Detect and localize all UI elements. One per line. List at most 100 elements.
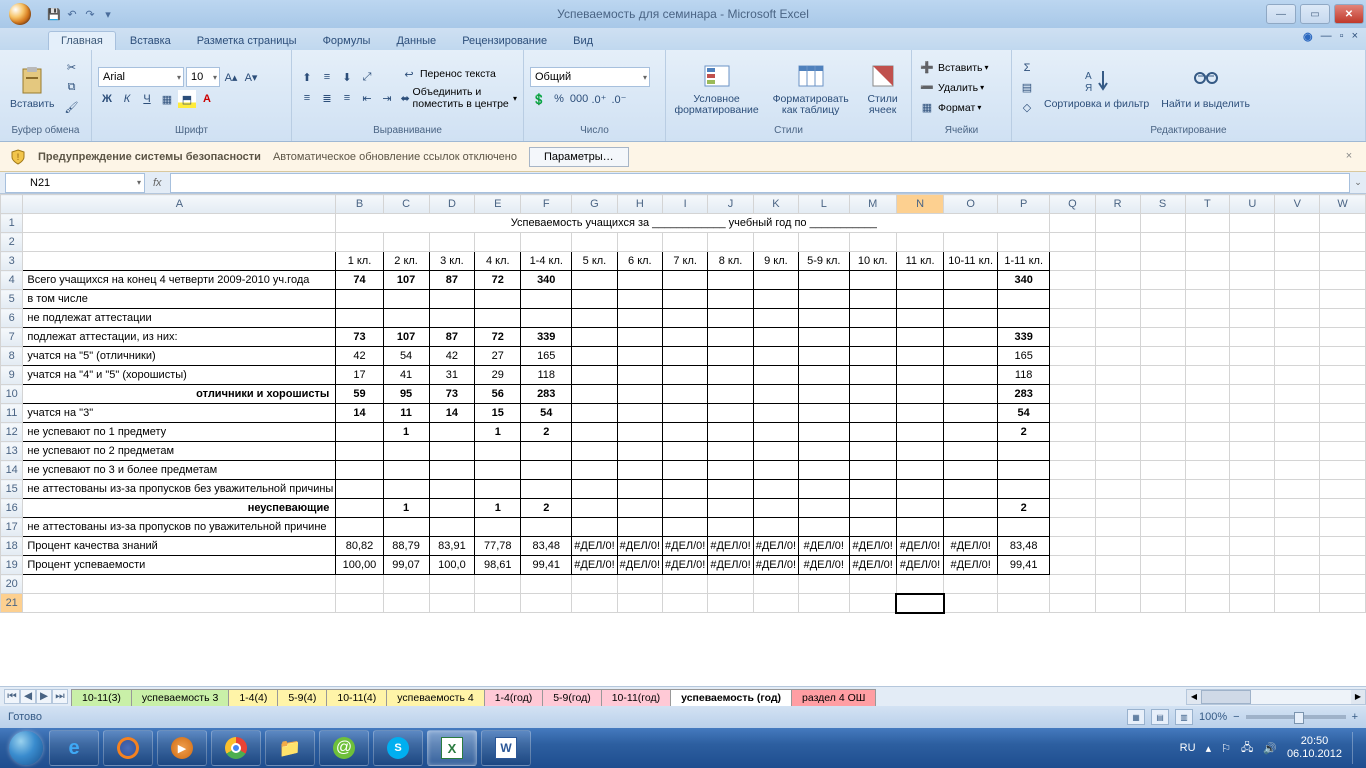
col-header[interactable]: S — [1140, 195, 1185, 214]
task-excel[interactable]: X — [427, 730, 477, 766]
col-header[interactable]: G — [572, 195, 617, 214]
comma-icon[interactable]: 000 — [570, 90, 588, 108]
qat-more-icon[interactable]: ▾ — [100, 6, 116, 22]
col-header[interactable]: O — [944, 195, 998, 214]
align-center-icon[interactable]: ≣ — [318, 89, 336, 107]
align-left-icon[interactable]: ≡ — [298, 89, 316, 107]
sheet-tab[interactable]: 10-11(4) — [326, 689, 387, 706]
horizontal-scrollbar[interactable]: ◀▶ — [1186, 689, 1366, 705]
number-format-combo[interactable]: Общий — [530, 67, 650, 87]
sheet-nav-prev-icon[interactable]: ◀ — [20, 689, 36, 704]
format-painter-icon[interactable]: 🖌 — [63, 99, 81, 117]
tab-pagelayout[interactable]: Разметка страницы — [185, 32, 309, 50]
ribbon-close-icon[interactable]: × — [1352, 30, 1358, 43]
view-pagebreak-icon[interactable]: ▥ — [1175, 709, 1193, 725]
sheet-tab[interactable]: 10-11(год) — [601, 689, 671, 706]
border-icon[interactable]: ▦ — [158, 90, 176, 108]
dec-decimal-icon[interactable]: .0⁻ — [610, 90, 628, 108]
start-button[interactable] — [6, 728, 46, 768]
col-header[interactable]: L — [799, 195, 849, 214]
fill-icon[interactable]: ▤ — [1018, 79, 1036, 97]
sheet-nav-last-icon[interactable]: ⏭ — [52, 689, 68, 704]
sheet-tab[interactable]: успеваемость 4 — [386, 689, 484, 706]
sheet-nav-next-icon[interactable]: ▶ — [36, 689, 52, 704]
maximize-button[interactable]: ▭ — [1300, 4, 1330, 24]
accounting-icon[interactable]: 💲 — [530, 90, 548, 108]
view-pagelayout-icon[interactable]: ▤ — [1151, 709, 1169, 725]
tray-clock[interactable]: 20:5006.10.2012 — [1287, 735, 1342, 761]
format-table-button[interactable]: Форматировать как таблицу — [765, 58, 856, 118]
tab-review[interactable]: Рецензирование — [450, 32, 559, 50]
ribbon-minimize-icon[interactable]: — — [1321, 30, 1332, 43]
col-header[interactable]: T — [1185, 195, 1230, 214]
percent-icon[interactable]: % — [550, 90, 568, 108]
save-icon[interactable]: 💾 — [46, 6, 62, 22]
font-size-combo[interactable]: 10 — [186, 67, 220, 87]
find-select-button[interactable]: Найти и выделить — [1157, 63, 1254, 112]
copy-icon[interactable]: ⧉ — [63, 79, 81, 97]
col-header[interactable]: N — [896, 195, 943, 214]
secwarn-options-button[interactable]: Параметры… — [529, 147, 629, 167]
tab-home[interactable]: Главная — [48, 31, 116, 50]
delete-cells-button[interactable]: ➖Удалить▾ — [918, 79, 989, 97]
col-header[interactable]: E — [475, 195, 521, 214]
tray-volume-icon[interactable]: 🔊 — [1263, 742, 1277, 755]
sheet-tab[interactable]: успеваемость (год) — [670, 689, 792, 706]
zoom-in-icon[interactable]: + — [1352, 711, 1358, 723]
clear-icon[interactable]: ◇ — [1018, 99, 1036, 117]
redo-icon[interactable]: ↷ — [82, 6, 98, 22]
task-ie[interactable]: e — [49, 730, 99, 766]
show-desktop-button[interactable] — [1352, 732, 1360, 764]
sheet-tab[interactable]: 1-4(4) — [228, 689, 278, 706]
task-explorer[interactable]: 📁 — [265, 730, 315, 766]
col-header[interactable]: F — [521, 195, 572, 214]
task-chrome[interactable] — [211, 730, 261, 766]
col-header[interactable]: U — [1230, 195, 1275, 214]
name-box[interactable]: N21 — [5, 173, 145, 193]
col-header[interactable]: Q — [1050, 195, 1095, 214]
align-right-icon[interactable]: ≡ — [338, 89, 356, 107]
task-wmp[interactable]: ▶ — [157, 730, 207, 766]
sheet-tab[interactable]: успеваемость 3 — [131, 689, 229, 706]
task-skype[interactable]: S — [373, 730, 423, 766]
italic-button[interactable]: К — [118, 90, 136, 108]
col-header[interactable]: B — [336, 195, 383, 214]
ribbon-restore-icon[interactable]: ▫ — [1340, 30, 1344, 43]
fx-icon[interactable]: fx — [145, 177, 170, 189]
formula-expand-icon[interactable]: ⌄ — [1350, 177, 1366, 188]
cond-format-button[interactable]: Условное форматирование — [672, 58, 761, 118]
format-cells-button[interactable]: ▦Формат▾ — [918, 99, 989, 117]
zoom-slider[interactable] — [1246, 715, 1346, 719]
indent-inc-icon[interactable]: ⇥ — [378, 89, 396, 107]
sort-filter-button[interactable]: AЯСортировка и фильтр — [1040, 63, 1153, 112]
zoom-level[interactable]: 100% — [1199, 711, 1227, 723]
cell-styles-button[interactable]: Стили ячеек — [860, 58, 905, 118]
increase-font-icon[interactable]: A▴ — [222, 68, 240, 86]
tray-arrow-icon[interactable]: ▴ — [1206, 742, 1212, 755]
undo-icon[interactable]: ↶ — [64, 6, 80, 22]
sheet-tab[interactable]: раздел 4 ОШ — [791, 689, 876, 706]
orientation-icon[interactable]: ⤢ — [358, 68, 376, 86]
align-top-icon[interactable]: ⬆ — [298, 68, 316, 86]
col-header[interactable]: R — [1095, 195, 1140, 214]
col-header[interactable]: D — [429, 195, 475, 214]
tab-data[interactable]: Данные — [384, 32, 448, 50]
col-header[interactable]: A — [23, 195, 336, 214]
bold-button[interactable]: Ж — [98, 90, 116, 108]
merge-center-button[interactable]: ⬌Объединить и поместить в центре▾ — [400, 86, 517, 110]
col-header[interactable]: C — [383, 195, 429, 214]
tray-network-icon[interactable]: 🖧 — [1241, 739, 1253, 758]
help-icon[interactable]: ◉ — [1303, 30, 1313, 43]
col-header[interactable]: I — [663, 195, 708, 214]
task-word[interactable]: W — [481, 730, 531, 766]
cut-icon[interactable]: ✂ — [63, 59, 81, 77]
close-button[interactable]: ✕ — [1334, 4, 1364, 24]
task-firefox[interactable] — [103, 730, 153, 766]
col-header[interactable]: H — [617, 195, 662, 214]
insert-cells-button[interactable]: ➕Вставить▾ — [918, 59, 989, 77]
fill-color-icon[interactable]: ⬒ — [178, 90, 196, 108]
formula-input[interactable] — [170, 173, 1350, 193]
view-normal-icon[interactable]: ▦ — [1127, 709, 1145, 725]
align-bottom-icon[interactable]: ⬇ — [338, 68, 356, 86]
col-header[interactable]: K — [753, 195, 798, 214]
